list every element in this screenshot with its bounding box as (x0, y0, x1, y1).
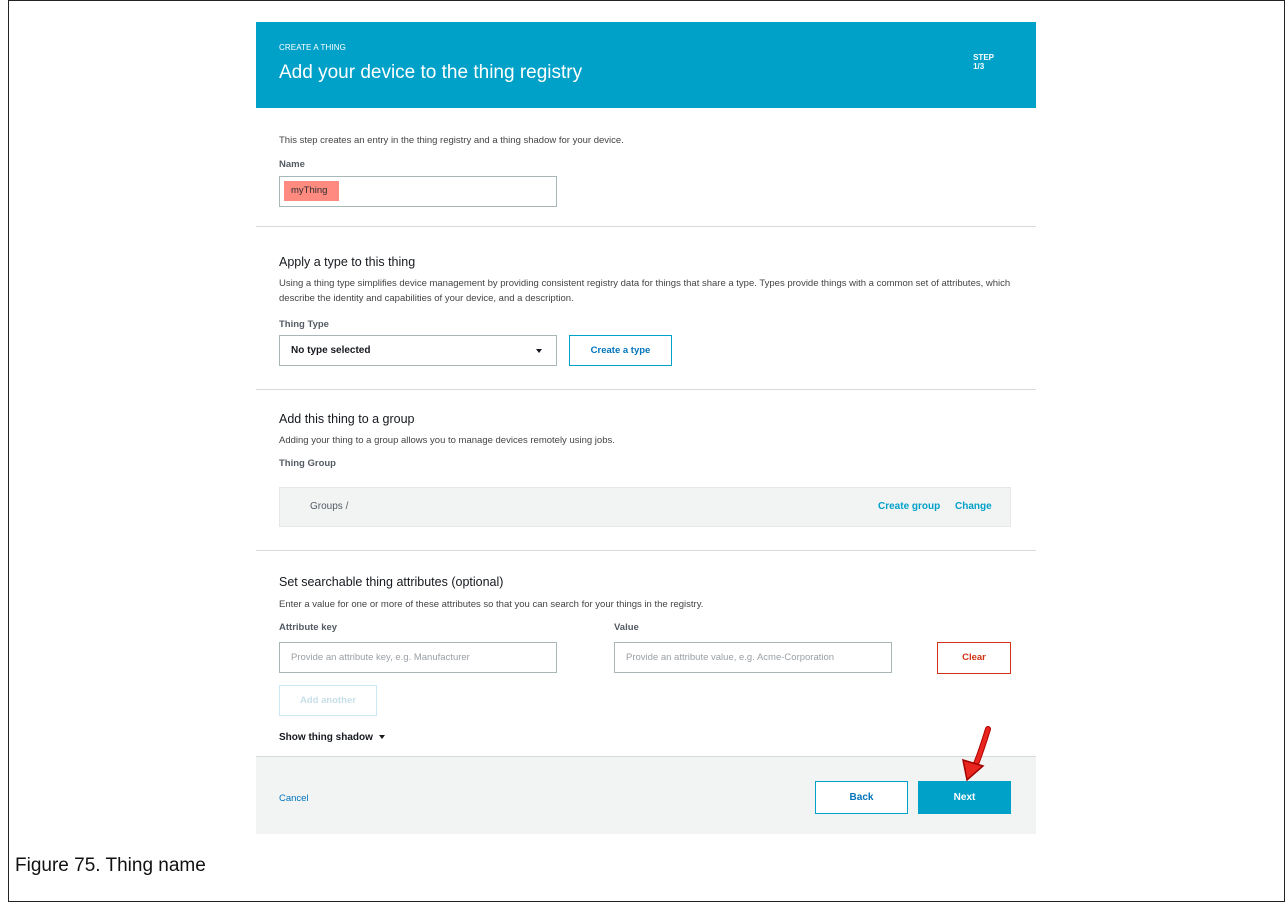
attribute-key-label: Attribute key (279, 622, 338, 633)
show-thing-shadow-toggle[interactable]: Show thing shadow (279, 732, 385, 743)
type-section: Apply a type to this thing Using a thing… (256, 227, 1036, 390)
create-thing-panel: CREATE A THING Add your device to the th… (256, 22, 1036, 834)
attributes-section-title: Set searchable thing attributes (optiona… (279, 575, 504, 589)
cancel-link[interactable]: Cancel (279, 793, 309, 804)
caret-down-icon (536, 349, 542, 353)
create-group-link[interactable]: Create group (878, 501, 940, 512)
page-title: Add your device to the thing registry (279, 62, 583, 83)
step-indicator: STEP 1/3 (973, 53, 994, 71)
group-section-title: Add this thing to a group (279, 412, 415, 426)
group-breadcrumb: Groups / (310, 501, 349, 512)
group-section-description: Adding your thing to a group allows you … (279, 435, 615, 446)
thing-group-bar: Groups / Create group Change (279, 487, 1011, 527)
name-intro: This step creates an entry in the thing … (279, 135, 624, 146)
type-section-title: Apply a type to this thing (279, 255, 416, 269)
wizard-footer: Cancel Back Next (256, 756, 1036, 834)
show-thing-shadow-label: Show thing shadow (279, 732, 373, 743)
thing-type-select[interactable]: No type selected (279, 335, 557, 366)
header-eyebrow: CREATE A THING (279, 43, 346, 52)
attribute-value-input[interactable] (614, 642, 892, 673)
red-arrow-icon (962, 726, 991, 782)
clear-button[interactable]: Clear (937, 642, 1011, 674)
thing-group-label: Thing Group (279, 458, 336, 469)
step-label: STEP (973, 53, 994, 62)
name-label: Name (279, 159, 305, 170)
figure-caption: Figure 75. Thing name (15, 855, 206, 876)
attribute-value-label: Value (614, 622, 639, 633)
attributes-section-description: Enter a value for one or more of these a… (279, 599, 704, 610)
step-value: 1/3 (973, 62, 985, 71)
type-section-description: Using a thing type simplifies device man… (279, 278, 1011, 304)
thing-type-label: Thing Type (279, 319, 329, 330)
caret-down-icon (378, 735, 385, 740)
add-another-button[interactable]: Add another (279, 685, 377, 716)
name-input-value: myThing (284, 181, 339, 201)
back-button[interactable]: Back (815, 781, 908, 814)
page-header: CREATE A THING Add your device to the th… (256, 22, 1036, 108)
thing-type-selected: No type selected (291, 345, 371, 356)
change-group-link[interactable]: Change (955, 501, 992, 512)
next-button[interactable]: Next (918, 781, 1011, 814)
name-section: This step creates an entry in the thing … (256, 108, 1036, 227)
attribute-key-input[interactable] (279, 642, 557, 673)
create-type-button[interactable]: Create a type (569, 335, 672, 366)
